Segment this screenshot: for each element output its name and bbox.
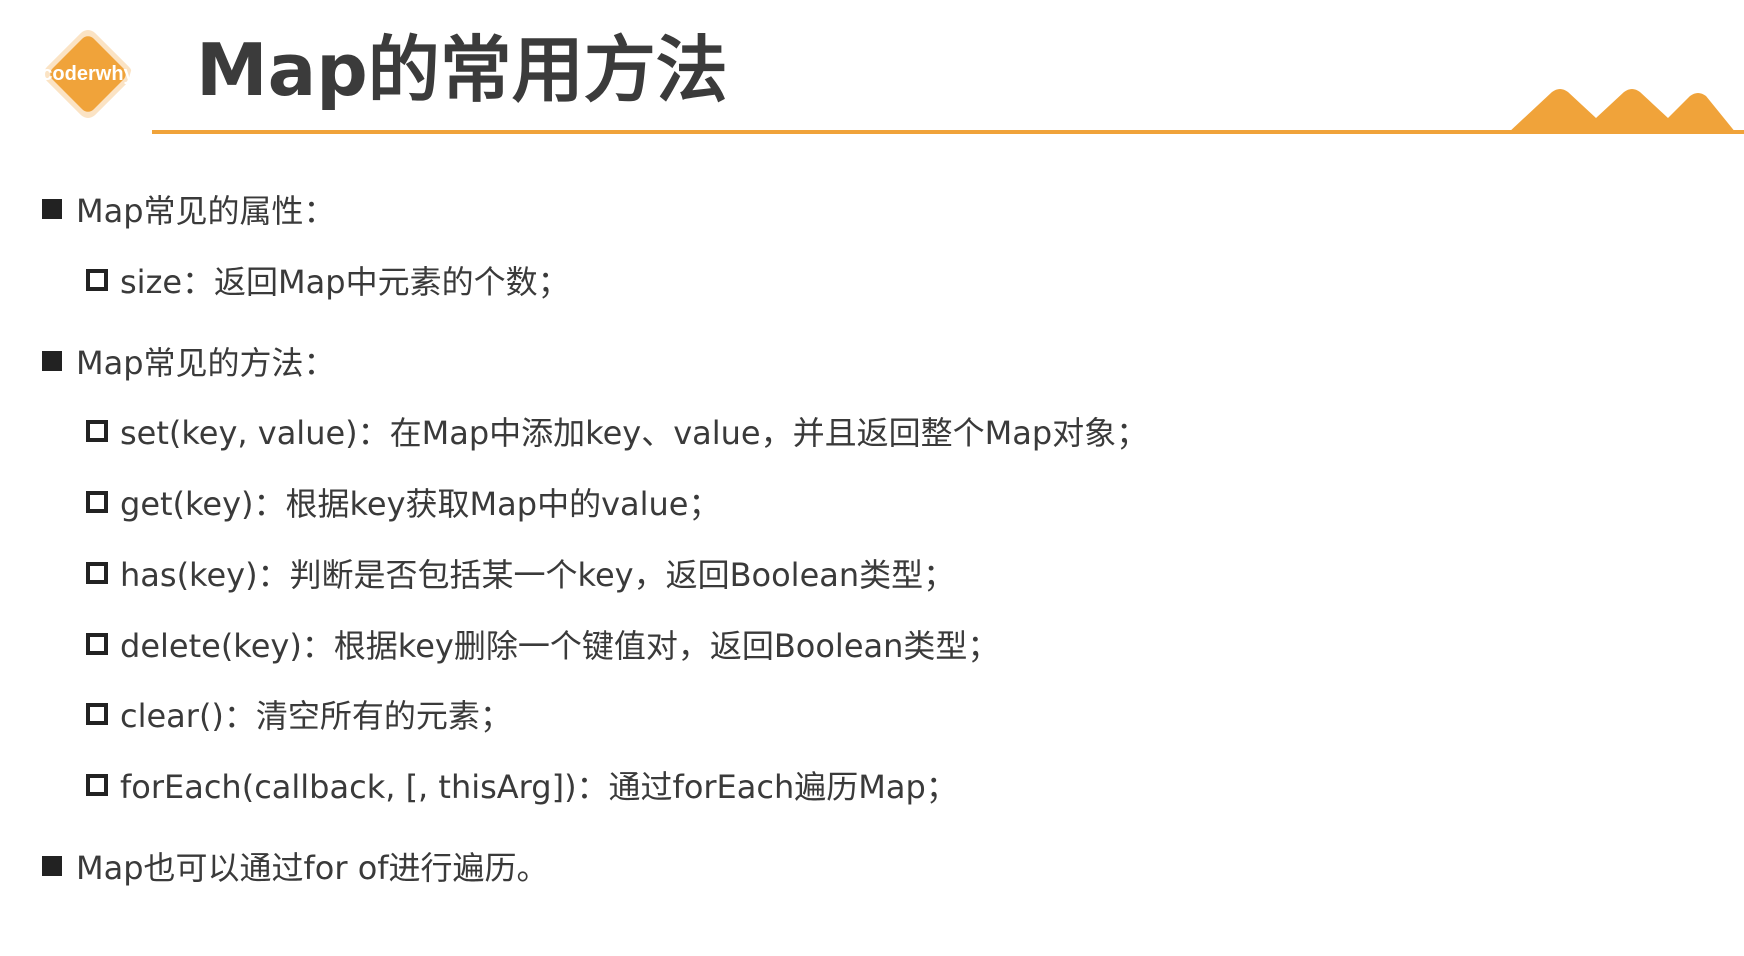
hollow-square-icon [86,703,108,725]
hollow-square-icon [86,420,108,442]
filled-square-icon [42,856,62,876]
slide-content: Map常见的属性： size：返回Map中元素的个数； Map常见的方法： se… [0,0,1744,956]
section-heading-text: Map常见的属性： [76,192,336,230]
section-heading-properties: Map常见的属性： [42,186,336,232]
section-heading-methods: Map常见的方法： [42,338,336,384]
list-item: forEach(callback, [, thisArg])：通过forEach… [86,762,958,808]
hollow-square-icon [86,633,108,655]
list-item-text: clear()：清空所有的元素； [120,697,512,735]
hollow-square-icon [86,269,108,291]
section-heading-text: Map常见的方法： [76,344,336,382]
list-item: delete(key)：根据key删除一个键值对，返回Boolean类型； [86,621,999,667]
section-heading-forof: Map也可以通过for of进行遍历。 [42,843,549,889]
list-item: has(key)：判断是否包括某一个key，返回Boolean类型； [86,550,955,596]
list-item-text: delete(key)：根据key删除一个键值对，返回Boolean类型； [120,627,1000,665]
filled-square-icon [42,351,62,371]
list-item: get(key)：根据key获取Map中的value； [86,479,721,525]
list-item-text: set(key, value)：在Map中添加key、value，并且返回整个M… [120,414,1149,452]
hollow-square-icon [86,491,108,513]
list-item-text: has(key)：判断是否包括某一个key，返回Boolean类型； [120,556,956,594]
list-item-text: size：返回Map中元素的个数； [120,263,570,301]
list-item: size：返回Map中元素的个数； [86,257,570,303]
list-item-text: forEach(callback, [, thisArg])：通过forEach… [120,768,958,806]
hollow-square-icon [86,562,108,584]
list-item: set(key, value)：在Map中添加key、value，并且返回整个M… [86,408,1148,454]
list-item-text: get(key)：根据key获取Map中的value； [120,485,721,523]
section-heading-text: Map也可以通过for of进行遍历。 [76,849,549,887]
list-item: clear()：清空所有的元素； [86,691,512,737]
hollow-square-icon [86,774,108,796]
filled-square-icon [42,199,62,219]
